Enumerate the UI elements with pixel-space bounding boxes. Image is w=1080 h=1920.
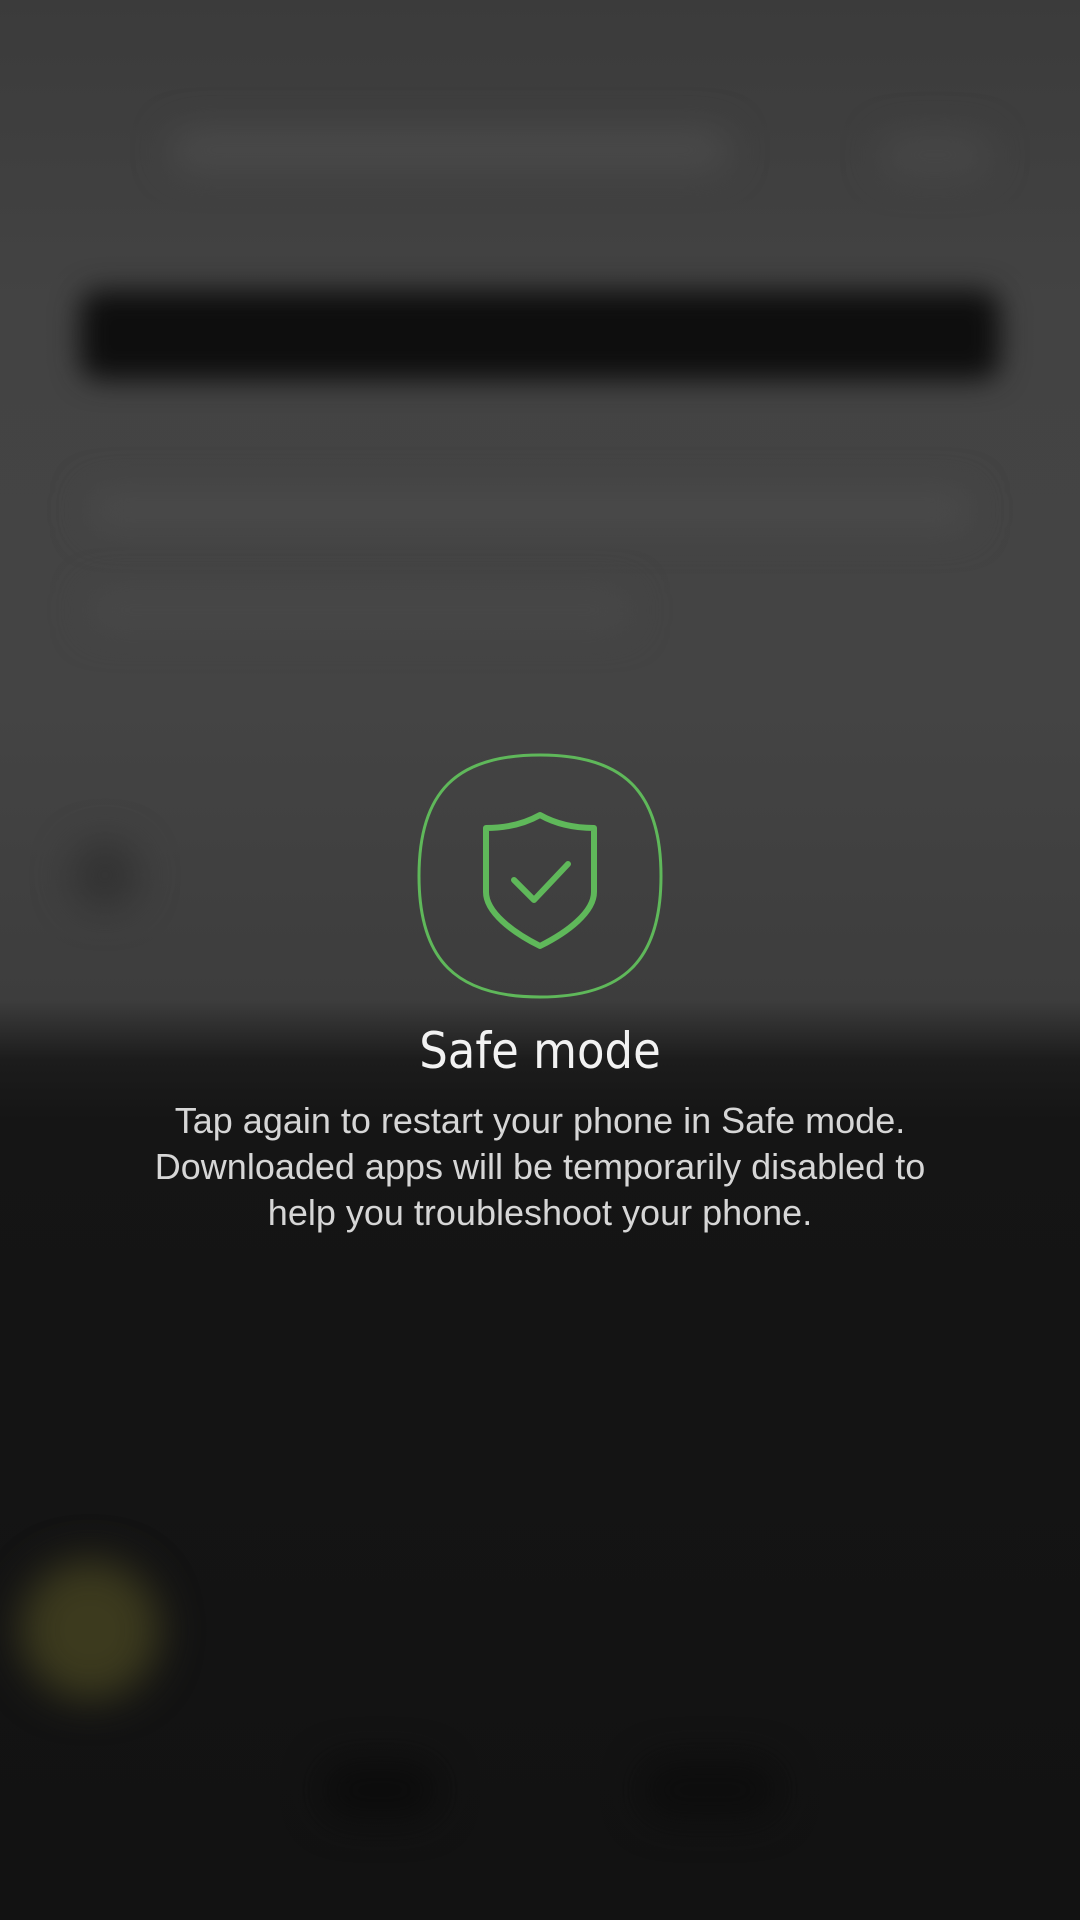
safe-mode-overlay: Safe mode Tap again to restart your phon… <box>0 0 1080 1920</box>
safe-mode-description: Tap again to restart your phone in Safe … <box>100 1098 980 1236</box>
description-line: help you troubleshoot your phone. <box>267 1192 813 1233</box>
description-line: Downloaded apps will be temporarily disa… <box>154 1146 926 1187</box>
safe-mode-title: Safe mode <box>419 1022 661 1080</box>
power-menu-screen: Safe mode Tap again to restart your phon… <box>0 0 1080 1920</box>
shield-check-icon <box>417 753 663 999</box>
safe-mode-button[interactable] <box>416 752 664 1000</box>
description-line: Tap again to restart your phone in Safe … <box>174 1100 906 1141</box>
